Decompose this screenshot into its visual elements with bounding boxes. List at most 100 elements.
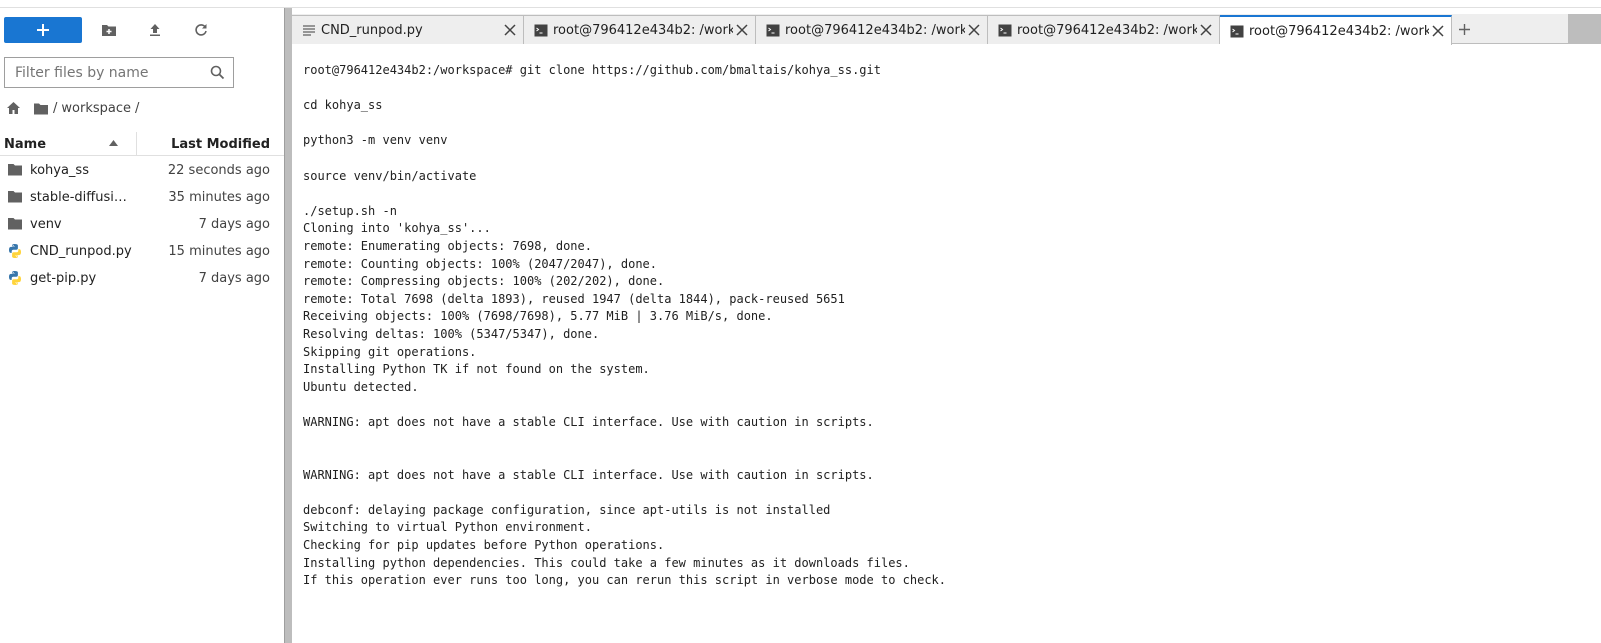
- name-column-header[interactable]: Name: [0, 132, 137, 156]
- new-folder-button[interactable]: [86, 17, 132, 43]
- breadcrumb-separator: /: [53, 100, 58, 116]
- breadcrumb-workspace[interactable]: workspace: [61, 101, 131, 116]
- file-browser-sidebar: / workspace / Name Last Modified kohya_s…: [0, 8, 284, 643]
- tab-label: root@796412e434b2: /works: [785, 22, 965, 38]
- breadcrumb: / workspace /: [6, 99, 143, 117]
- folder-icon: [8, 191, 22, 203]
- file-name: kohya_ss: [30, 163, 89, 178]
- tab-bar: root@796412e434b2: /works root@796412e434…: [292, 14, 1568, 45]
- tab-label: root@796412e434b2: /works: [1017, 22, 1197, 38]
- last-modified-column-label: Last Modified: [171, 136, 270, 152]
- sidebar-splitter[interactable]: [284, 8, 292, 643]
- folder-icon[interactable]: [33, 102, 49, 115]
- upload-button[interactable]: [132, 17, 178, 43]
- file-modified: 7 days ago: [198, 271, 270, 286]
- new-folder-icon: [102, 25, 116, 36]
- tab-active[interactable]: root@796412e434b2: /works: [1220, 15, 1452, 45]
- terminal-line: Receiving objects: 100% (7698/7698), 5.7…: [303, 309, 773, 324]
- filter-files-input[interactable]: [15, 64, 210, 81]
- file-list: kohya_ss 22 seconds ago stable-diffusio...…: [0, 157, 284, 292]
- terminal-line: cd kohya_ss: [303, 98, 383, 113]
- terminal-line: debconf: delaying package configuration,…: [303, 502, 831, 517]
- home-icon[interactable]: [6, 101, 21, 115]
- folder-icon: [8, 218, 22, 230]
- breadcrumb-trailing-separator: /: [135, 100, 140, 116]
- file-modified: 7 days ago: [198, 217, 270, 232]
- terminal-line: remote: Enumerating objects: 7698, done.: [303, 238, 592, 253]
- terminal-line: root@796412e434b2:/workspace# git clone …: [303, 63, 881, 77]
- terminal-icon: [534, 24, 548, 37]
- plus-icon: [37, 24, 49, 36]
- file-modified: 35 minutes ago: [168, 190, 270, 205]
- terminal-line: python3 -m venv venv: [303, 133, 448, 148]
- file-name: venv: [30, 217, 62, 232]
- tab-bar-filler: [1568, 14, 1601, 44]
- file-name: get-pip.py: [30, 271, 97, 286]
- terminal-line: Checking for pip updates before Python o…: [303, 538, 665, 553]
- terminal-line: remote: Counting objects: 100% (2047/204…: [303, 256, 658, 271]
- tab-label: root@796412e434b2: /works: [553, 22, 733, 38]
- terminal-line: Ubuntu detected.: [303, 379, 419, 394]
- terminal-icon: [998, 24, 1012, 37]
- last-modified-column-header[interactable]: Last Modified: [171, 132, 270, 156]
- terminal-line: Switching to virtual Python environment.: [303, 520, 592, 535]
- plus-icon: [1458, 24, 1470, 35]
- python-file-icon: [9, 271, 21, 285]
- tab[interactable]: root@796412e434b2: /works: [524, 15, 756, 44]
- terminal-line: remote: Compressing objects: 100% (202/2…: [303, 274, 665, 289]
- terminal-output[interactable]: root@796412e434b2:/workspace# git clone …: [303, 62, 1563, 637]
- file-list-header: Name Last Modified: [0, 132, 284, 156]
- file-row[interactable]: CND_runpod.py 15 minutes ago: [0, 238, 284, 265]
- close-icon[interactable]: [1199, 23, 1213, 37]
- terminal-line: ./setup.sh -n: [303, 203, 397, 218]
- file-row[interactable]: stable-diffusio... 35 minutes ago: [0, 184, 284, 211]
- terminal-line: Cloning into 'kohya_ss'...: [303, 221, 491, 236]
- file-modified: 22 seconds ago: [167, 163, 270, 178]
- terminal-icon: [1230, 25, 1244, 38]
- terminal-icon: [766, 24, 780, 37]
- close-icon[interactable]: [1431, 24, 1445, 38]
- tab-label: root@796412e434b2: /works: [1249, 23, 1429, 39]
- folder-icon: [8, 164, 22, 176]
- tab[interactable]: CND_runpod.py: [292, 15, 524, 44]
- terminal-line: Installing Python TK if not found on the…: [303, 362, 650, 377]
- close-icon[interactable]: [735, 23, 749, 37]
- file-name: stable-diffusio...: [30, 190, 132, 205]
- terminal-line: remote: Total 7698 (delta 1893), reused …: [303, 291, 845, 306]
- python-file-icon: [9, 244, 21, 258]
- upload-icon: [150, 24, 160, 36]
- new-launcher-button[interactable]: [4, 17, 82, 43]
- terminal-line: If this operation ever runs too long, yo…: [303, 573, 946, 588]
- terminal-line: Resolving deltas: 100% (5347/5347), done…: [303, 326, 600, 341]
- search-icon: [210, 65, 225, 80]
- tab-label: CND_runpod.py: [321, 22, 423, 38]
- text-file-icon: [303, 25, 315, 36]
- tab[interactable]: root@796412e434b2: /works: [988, 15, 1220, 44]
- filter-box: [4, 57, 234, 88]
- sort-ascending-icon: [109, 140, 118, 146]
- close-icon[interactable]: [503, 23, 517, 37]
- terminal-line: WARNING: apt does not have a stable CLI …: [303, 414, 874, 429]
- close-icon[interactable]: [967, 23, 981, 37]
- name-column-label: Name: [4, 136, 47, 152]
- file-row[interactable]: kohya_ss 22 seconds ago: [0, 157, 284, 184]
- terminal-line: Skipping git operations.: [303, 344, 477, 359]
- file-row[interactable]: venv 7 days ago: [0, 211, 284, 238]
- file-name: CND_runpod.py: [30, 244, 132, 259]
- tab[interactable]: root@796412e434b2: /works: [756, 15, 988, 44]
- terminal-line: WARNING: apt does not have a stable CLI …: [303, 467, 874, 482]
- terminal-line: source venv/bin/activate: [303, 168, 477, 183]
- add-tab-button[interactable]: [1450, 15, 1478, 44]
- top-strip: [0, 0, 1601, 8]
- file-row[interactable]: get-pip.py 7 days ago: [0, 265, 284, 292]
- file-modified: 15 minutes ago: [168, 244, 270, 259]
- refresh-button[interactable]: [178, 17, 224, 43]
